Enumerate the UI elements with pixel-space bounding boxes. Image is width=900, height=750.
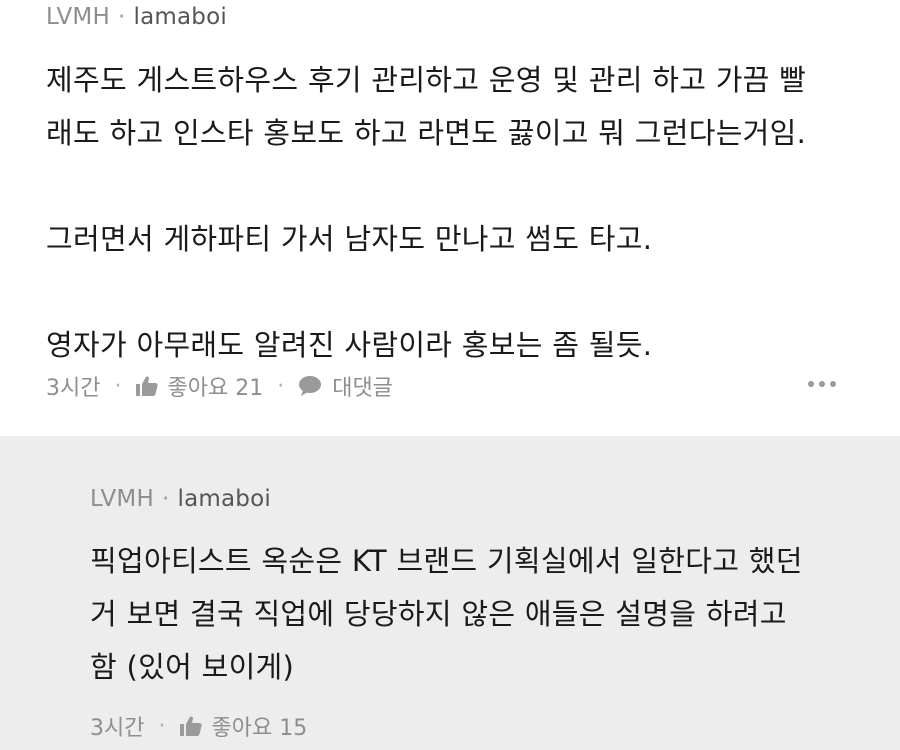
thumbs-up-icon: [179, 715, 203, 737]
reply-meta: 3시간 · 좋아요 15: [90, 710, 307, 742]
comment-username[interactable]: lamaboi: [133, 4, 226, 30]
comment-line: 영자가 아무래도 알려진 사람이라 홍보는 좀 될듯.: [46, 328, 653, 362]
comment-line-blank: [46, 266, 806, 319]
more-options-button[interactable]: [808, 381, 836, 387]
reply-author[interactable]: LVMH: [90, 486, 154, 512]
comment-meta: 3시간 · 좋아요 21 · 대댓글: [46, 370, 393, 402]
more-dot: [819, 381, 825, 387]
like-button[interactable]: 좋아요 21: [135, 370, 263, 402]
comment-line-blank: [46, 160, 806, 213]
comment-time: 3시간: [46, 376, 101, 401]
comment-body: 제주도 게스트하우스 후기 관리하고 운영 및 관리 하고 가끔 빨 래도 하고…: [46, 54, 806, 372]
meta-separator: ·: [114, 373, 122, 399]
comment-line: 래도 하고 인스타 홍보도 하고 라면도 끓이고 뭐 그런다는거임.: [46, 116, 807, 150]
reply-button[interactable]: 대댓글: [298, 370, 393, 402]
reply-like-count-label: 좋아요 15: [211, 716, 308, 741]
header-separator: ·: [161, 486, 170, 512]
comment-line: 제주도 게스트하우스 후기 관리하고 운영 및 관리 하고 가끔 빨: [46, 63, 807, 97]
reply-section: LVMH · lamaboi 픽업아티스트 옥순은 KT 브랜드 기획실에서 일한다…: [0, 436, 900, 750]
comment-author[interactable]: LVMH: [46, 4, 110, 30]
reply-line: 거 보면 결국 직업에 당당하지 않은 애들은 설명을 하려고: [90, 597, 787, 631]
reply-time: 3시간: [90, 716, 145, 741]
thumbs-up-icon: [135, 375, 159, 397]
reply-body: 픽업아티스트 옥순은 KT 브랜드 기획실에서 일한다고 했던 거 보면 결국 …: [90, 535, 803, 694]
header-separator: ·: [117, 4, 126, 30]
comment-line: 그러면서 게하파티 가서 남자도 만나고 썸도 타고.: [46, 222, 653, 256]
reply-like-button[interactable]: 좋아요 15: [179, 710, 307, 742]
reply-username[interactable]: lamaboi: [177, 486, 270, 512]
speech-bubble-icon: [298, 375, 322, 397]
meta-separator: ·: [277, 373, 285, 399]
more-dot: [830, 381, 836, 387]
reply-header: LVMH · lamaboi: [90, 486, 271, 512]
comment: LVMH · lamaboi 제주도 게스트하우스 후기 관리하고 운영 및 관리 …: [0, 0, 900, 436]
reply-label: 대댓글: [332, 376, 393, 401]
reply-line: 픽업아티스트 옥순은 KT 브랜드 기획실에서 일한다고 했던: [90, 544, 803, 578]
more-dots-icon: [808, 381, 814, 387]
meta-separator: ·: [158, 713, 166, 739]
reply-line: 함 (있어 보이게): [90, 650, 295, 684]
comment-thread: LVMH · lamaboi 제주도 게스트하우스 후기 관리하고 운영 및 관리 …: [0, 0, 900, 750]
comment-header: LVMH · lamaboi: [46, 4, 227, 30]
like-count-label: 좋아요 21: [167, 376, 264, 401]
